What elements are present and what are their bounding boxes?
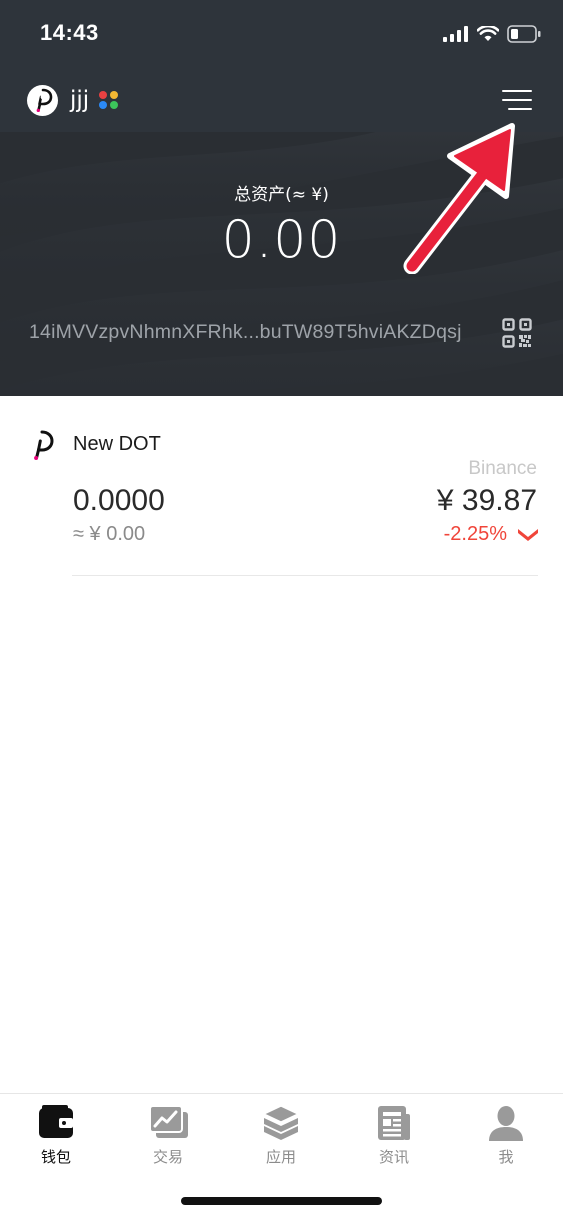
total-assets-value: 0.00 bbox=[221, 210, 342, 270]
tab-wallet[interactable]: 钱包 bbox=[0, 1094, 112, 1184]
polkadot-icon bbox=[34, 430, 54, 460]
layers-icon bbox=[262, 1105, 300, 1140]
tab-label: 钱包 bbox=[40, 1148, 71, 1166]
wallet-header: 14:43 jjj 总资产(≈ ¥) 0.00 14iMVVzpvNhmnXFR… bbox=[0, 0, 563, 396]
home-indicator bbox=[181, 1197, 382, 1205]
status-icons bbox=[443, 24, 541, 44]
chart-icon bbox=[149, 1105, 188, 1138]
asset-balance: 0.0000 bbox=[73, 484, 165, 517]
wallet-name: jjj bbox=[70, 87, 90, 113]
wallet-icon bbox=[39, 1105, 73, 1138]
news-icon bbox=[378, 1106, 410, 1140]
price-source: Binance bbox=[468, 458, 537, 479]
wifi-icon bbox=[477, 26, 499, 41]
person-icon bbox=[489, 1106, 523, 1141]
tab-me[interactable]: 我 bbox=[450, 1094, 562, 1184]
tab-trade[interactable]: 交易 bbox=[112, 1094, 224, 1184]
divider bbox=[72, 575, 538, 576]
tab-label: 交易 bbox=[152, 1148, 183, 1166]
battery-icon bbox=[507, 25, 541, 43]
tab-label: 应用 bbox=[265, 1148, 296, 1166]
price-change-value: -2.25% bbox=[443, 523, 507, 545]
tab-apps[interactable]: 应用 bbox=[225, 1094, 337, 1184]
tab-label: 资讯 bbox=[378, 1148, 409, 1166]
wallet-address[interactable]: 14iMVVzpvNhmnXFRhk...buTW89T5hviAKZDqsj bbox=[29, 321, 462, 344]
status-time: 14:43 bbox=[40, 20, 99, 45]
wallet-dots-icon bbox=[99, 91, 119, 109]
tab-label: 我 bbox=[498, 1148, 514, 1166]
price-change: -2.25% bbox=[444, 523, 539, 546]
asset-name: New DOT bbox=[73, 433, 161, 455]
wallet-selector[interactable]: jjj bbox=[27, 84, 119, 116]
total-assets-label: 总资产(≈ ¥) bbox=[234, 185, 329, 205]
asset-balance-fiat: ≈ ¥ 0.00 bbox=[73, 523, 146, 545]
polkadot-logo-icon bbox=[27, 84, 58, 116]
asset-price: ¥ 39.87 bbox=[436, 484, 537, 517]
chevron-down-icon bbox=[518, 528, 538, 541]
signal-icon bbox=[443, 26, 468, 42]
hamburger-menu-icon[interactable] bbox=[502, 88, 534, 112]
qr-code-icon[interactable] bbox=[502, 318, 532, 348]
tab-news[interactable]: 资讯 bbox=[338, 1094, 450, 1184]
